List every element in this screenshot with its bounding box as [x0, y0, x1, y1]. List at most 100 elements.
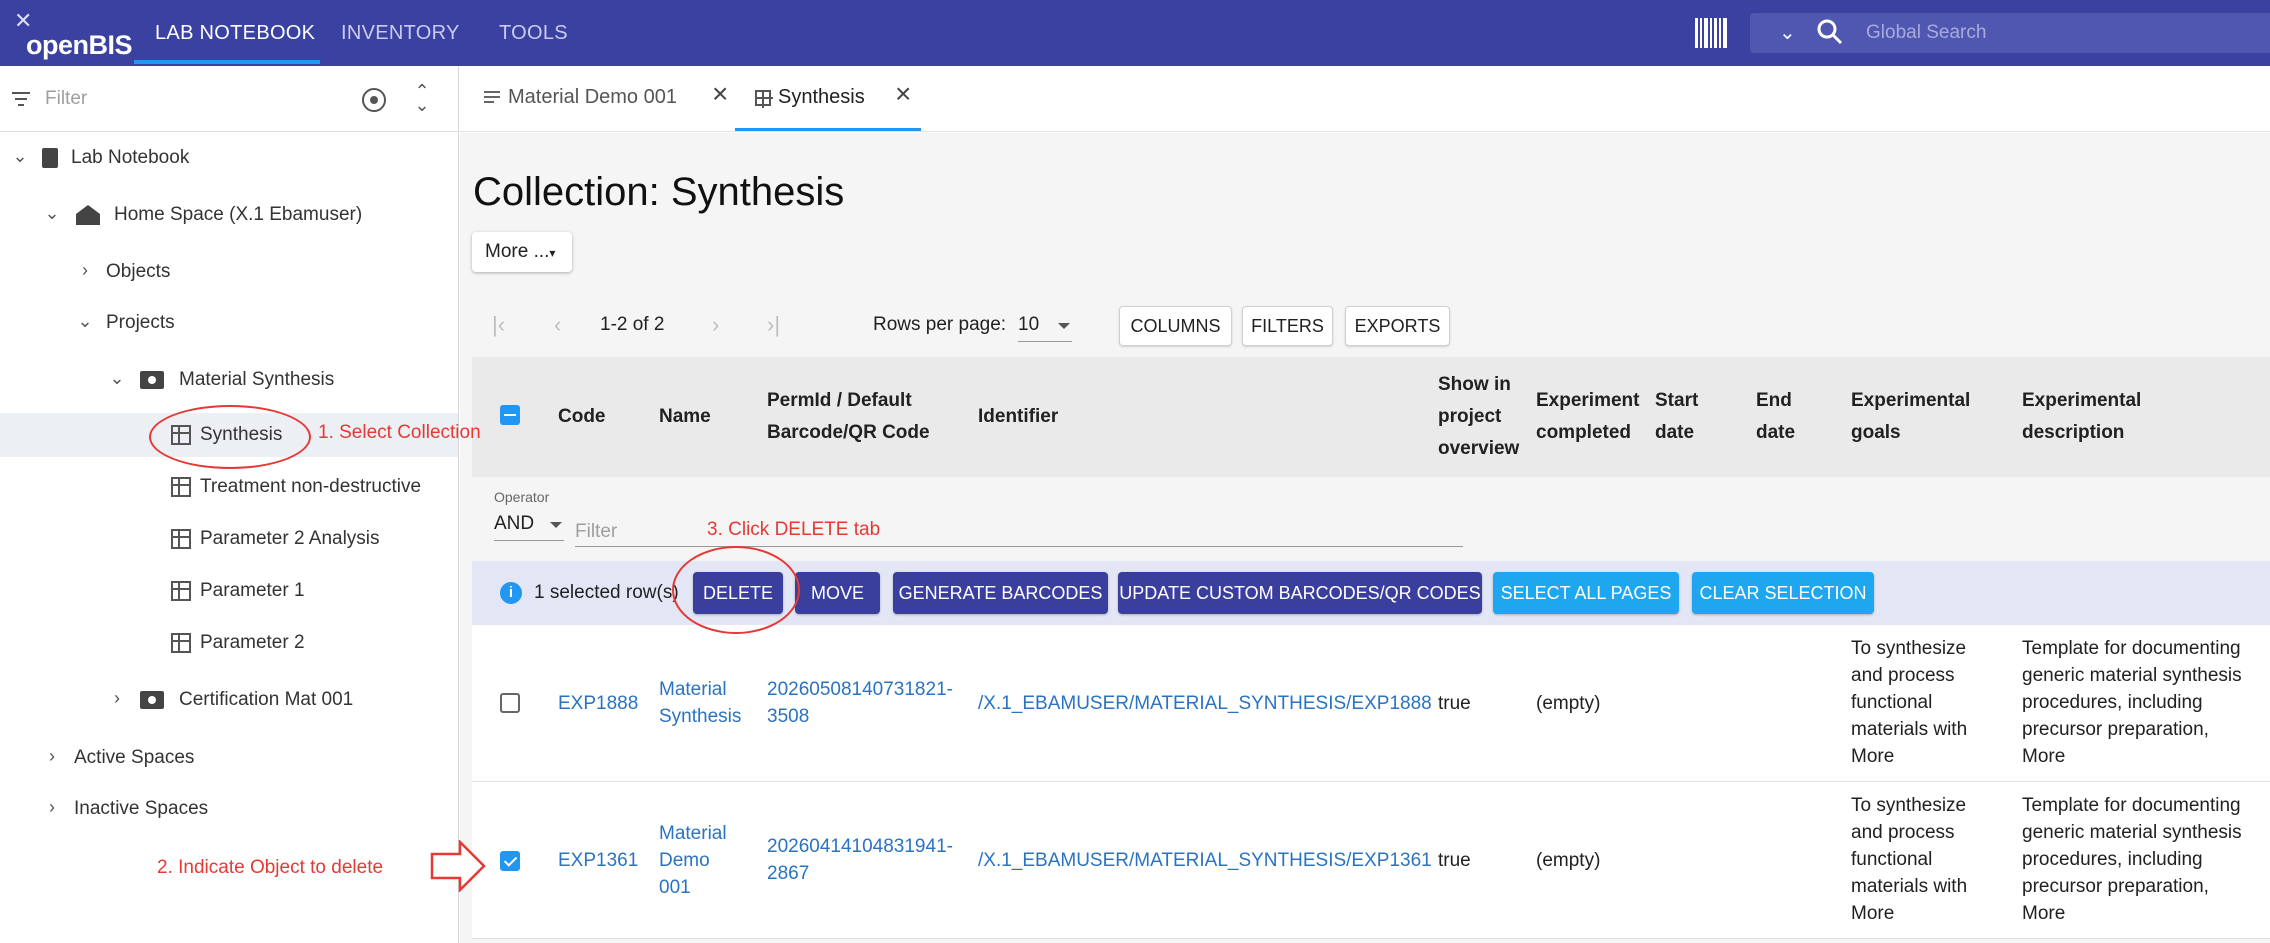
tree-item-label: Treatment non-destructive — [200, 476, 422, 497]
cell-name[interactable]: Material Demo 001 — [659, 820, 727, 901]
header-code[interactable]: Code — [558, 401, 606, 433]
header-experiment-completed[interactable]: Experiment completed — [1536, 385, 1639, 449]
tab-material-demo-001[interactable]: Material Demo 001 × — [484, 66, 728, 132]
header-permid-line: Barcode/QR Code — [767, 422, 930, 443]
cell-line: Material — [659, 823, 727, 844]
nav-tab-inventory[interactable]: INVENTORY — [341, 0, 460, 66]
tree-item-inactive-spaces[interactable]: › Inactive Spaces — [0, 787, 458, 831]
close-icon[interactable]: × — [895, 80, 911, 108]
header-permid[interactable]: PermId / Default Barcode/QR Code — [767, 385, 930, 449]
previous-page-icon[interactable]: ‹ — [554, 312, 561, 338]
last-page-icon[interactable]: ›| — [767, 312, 780, 338]
more-link[interactable]: More — [1851, 743, 1967, 770]
cell-experiment-completed: (empty) — [1536, 850, 1601, 871]
move-button[interactable]: MOVE — [795, 572, 880, 614]
table-header: Code Name PermId / Default Barcode/QR Co… — [472, 357, 2270, 477]
more-label: More ... — [485, 241, 550, 262]
header-experimental-description[interactable]: Experimental description — [2022, 385, 2141, 449]
more-link[interactable]: More — [1851, 900, 1967, 927]
chevron-down-icon[interactable]: ⌄ — [10, 146, 30, 167]
tree-item-treatment[interactable]: Treatment non-destructive — [0, 465, 458, 509]
next-page-icon[interactable]: › — [712, 312, 719, 338]
rows-per-page-value: 10 — [1018, 314, 1040, 335]
table-row[interactable]: EXP1361 Material Demo 001 20260414104831… — [472, 782, 2270, 939]
annotation-ellipse-collection — [149, 405, 311, 469]
operator-select[interactable]: AND — [494, 511, 564, 541]
chevron-down-icon[interactable]: ⌄ — [75, 311, 95, 332]
header-show-in-overview[interactable]: Show in project overview — [1438, 369, 1519, 465]
header-identifier[interactable]: Identifier — [978, 401, 1058, 433]
header-end-date[interactable]: End date — [1756, 385, 1795, 449]
cell-permid[interactable]: 20260508140731821- 3508 — [767, 676, 953, 730]
global-search-input[interactable] — [1866, 20, 2266, 46]
openbis-logo[interactable]: ✕ openBIS — [14, 8, 133, 60]
select-all-checkbox[interactable] — [500, 405, 520, 425]
cell-name[interactable]: Material Synthesis — [659, 676, 741, 730]
cell-experiment-completed: (empty) — [1536, 693, 1601, 714]
more-actions-button[interactable]: More ...▾ — [472, 232, 572, 272]
table-row[interactable]: EXP1888 Material Synthesis 2026050814073… — [472, 625, 2270, 782]
header-start-date[interactable]: Start date — [1655, 385, 1698, 449]
cell-line: procedures, including — [2022, 692, 2203, 713]
chevron-right-icon[interactable]: › — [42, 746, 62, 767]
cell-line: To synthesize — [1851, 795, 1967, 816]
tree-item-parameter-2[interactable]: Parameter 2 — [0, 621, 458, 665]
annotation-arrow-right-icon — [430, 840, 486, 892]
tree-item-projects[interactable]: ⌄ Projects — [0, 301, 458, 345]
nav-tab-tools[interactable]: TOOLS — [499, 0, 568, 66]
nav-tab-lab-notebook[interactable]: LAB NOTEBOOK — [155, 0, 315, 66]
exports-button[interactable]: EXPORTS — [1345, 306, 1450, 346]
cell-line: Synthesis — [659, 706, 742, 727]
tree-item-material-synthesis[interactable]: ⌄ Material Synthesis — [0, 358, 458, 402]
chevron-down-icon[interactable]: ⌄ — [107, 368, 127, 389]
operator-label: Operator — [494, 489, 550, 505]
tree-item-lab-notebook[interactable]: ⌄ Lab Notebook — [0, 136, 458, 180]
header-line: project — [1438, 406, 1502, 427]
header-experimental-goals[interactable]: Experimental goals — [1851, 385, 1970, 449]
tab-synthesis[interactable]: Synthesis × — [755, 66, 925, 132]
search-scope-chevron-down-icon[interactable]: ⌄ — [1779, 20, 1796, 45]
cell-identifier[interactable]: /X.1_EBAMUSER/MATERIAL_SYNTHESIS/EXP1361 — [978, 847, 1432, 874]
tree-item-certification-mat-001[interactable]: › Certification Mat 001 — [0, 678, 458, 722]
row-checkbox-checked[interactable] — [500, 851, 520, 871]
cell-permid[interactable]: 20260414104831941- 2867 — [767, 833, 953, 887]
columns-button[interactable]: COLUMNS — [1119, 306, 1232, 346]
barcode-icon[interactable] — [1695, 18, 1727, 48]
select-all-pages-button[interactable]: SELECT ALL PAGES — [1493, 572, 1679, 614]
tree-filter-input[interactable] — [45, 86, 345, 112]
cell-identifier[interactable]: /X.1_EBAMUSER/MATERIAL_SYNTHESIS/EXP1888 — [978, 690, 1432, 717]
collapse-all-icon[interactable]: ⌃ ⌄ — [412, 82, 432, 114]
annotation-step-1: 1. Select Collection — [318, 422, 481, 443]
close-icon[interactable]: × — [712, 80, 728, 108]
more-link[interactable]: More — [2022, 900, 2242, 927]
filters-button[interactable]: FILTERS — [1242, 306, 1333, 346]
header-line: description — [2022, 422, 2125, 443]
locate-icon[interactable] — [362, 88, 386, 112]
cell-code[interactable]: EXP1361 — [558, 847, 638, 874]
row-checkbox[interactable] — [500, 693, 520, 713]
tree-item-active-spaces[interactable]: › Active Spaces — [0, 736, 458, 780]
tree-item-objects[interactable]: › Objects — [0, 250, 458, 294]
chevron-right-icon[interactable]: › — [75, 260, 95, 281]
cell-line: 3508 — [767, 706, 810, 727]
rows-per-page-select[interactable]: 10 — [1018, 312, 1072, 342]
chevron-right-icon[interactable]: › — [42, 797, 62, 818]
header-name[interactable]: Name — [659, 401, 711, 433]
tree-item-home-space[interactable]: ⌄ Home Space (X.1 Ebamuser) — [0, 193, 458, 237]
chevron-down-icon[interactable]: ⌄ — [42, 203, 62, 224]
chevron-right-icon[interactable]: › — [107, 688, 127, 709]
cell-line: Demo — [659, 850, 710, 871]
cell-code[interactable]: EXP1888 — [558, 690, 638, 717]
header-line: Experimental — [1851, 390, 1971, 411]
tree-item-parameter-1[interactable]: Parameter 1 — [0, 569, 458, 613]
search-icon[interactable] — [1816, 18, 1844, 46]
first-page-icon[interactable]: |‹ — [492, 312, 505, 338]
clear-selection-button[interactable]: CLEAR SELECTION — [1692, 572, 1874, 614]
tree-item-parameter-2-analysis[interactable]: Parameter 2 Analysis — [0, 517, 458, 561]
generate-barcodes-button[interactable]: GENERATE BARCODES — [893, 572, 1108, 614]
update-custom-barcodes-button[interactable]: UPDATE CUSTOM BARCODES/QR CODES — [1118, 572, 1482, 614]
cell-line: generic material synthesis — [2022, 822, 2242, 843]
tree-item-label: Certification Mat 001 — [179, 689, 354, 710]
more-link[interactable]: More — [2022, 743, 2242, 770]
header-line: Experiment — [1536, 390, 1640, 411]
